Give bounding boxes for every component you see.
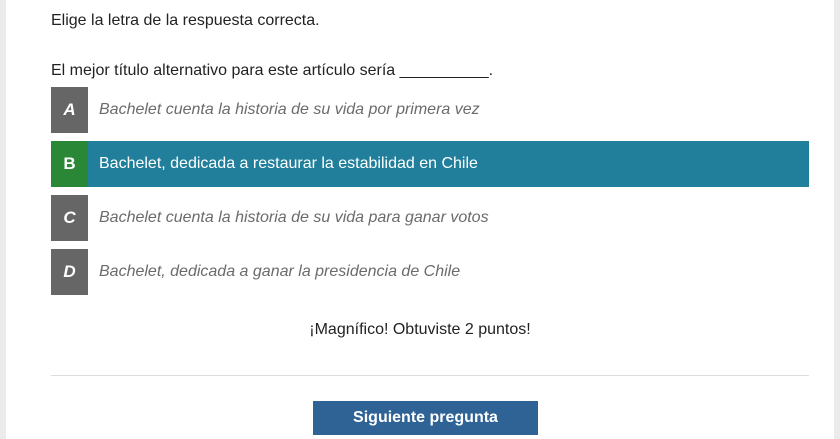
option-c[interactable]: C Bachelet cuenta la historia de su vida… bbox=[51, 195, 809, 241]
instruction-text: Elige la letra de la respuesta correcta. bbox=[51, 12, 320, 29]
next-question-button[interactable]: Siguiente pregunta bbox=[313, 401, 538, 435]
option-letter: C bbox=[51, 195, 88, 241]
feedback-message: ¡Magnífico! Obtuviste 2 puntos! bbox=[309, 321, 531, 338]
option-a[interactable]: A Bachelet cuenta la historia de su vida… bbox=[51, 87, 809, 133]
option-b[interactable]: B Bachelet, dedicada a restaurar la esta… bbox=[51, 141, 809, 187]
option-letter: D bbox=[51, 249, 88, 295]
option-d[interactable]: D Bachelet, dedicada a ganar la presiden… bbox=[51, 249, 809, 295]
divider bbox=[51, 375, 809, 376]
option-text: Bachelet, dedicada a restaurar la estabi… bbox=[99, 155, 478, 172]
option-text: Bachelet cuenta la historia de su vida p… bbox=[99, 101, 480, 118]
option-text: Bachelet cuenta la historia de su vida p… bbox=[99, 209, 489, 226]
option-letter: A bbox=[51, 87, 88, 133]
option-letter: B bbox=[51, 141, 88, 187]
option-text: Bachelet, dedicada a ganar la presidenci… bbox=[99, 263, 461, 280]
question-text: El mejor título alternativo para este ar… bbox=[51, 62, 494, 79]
